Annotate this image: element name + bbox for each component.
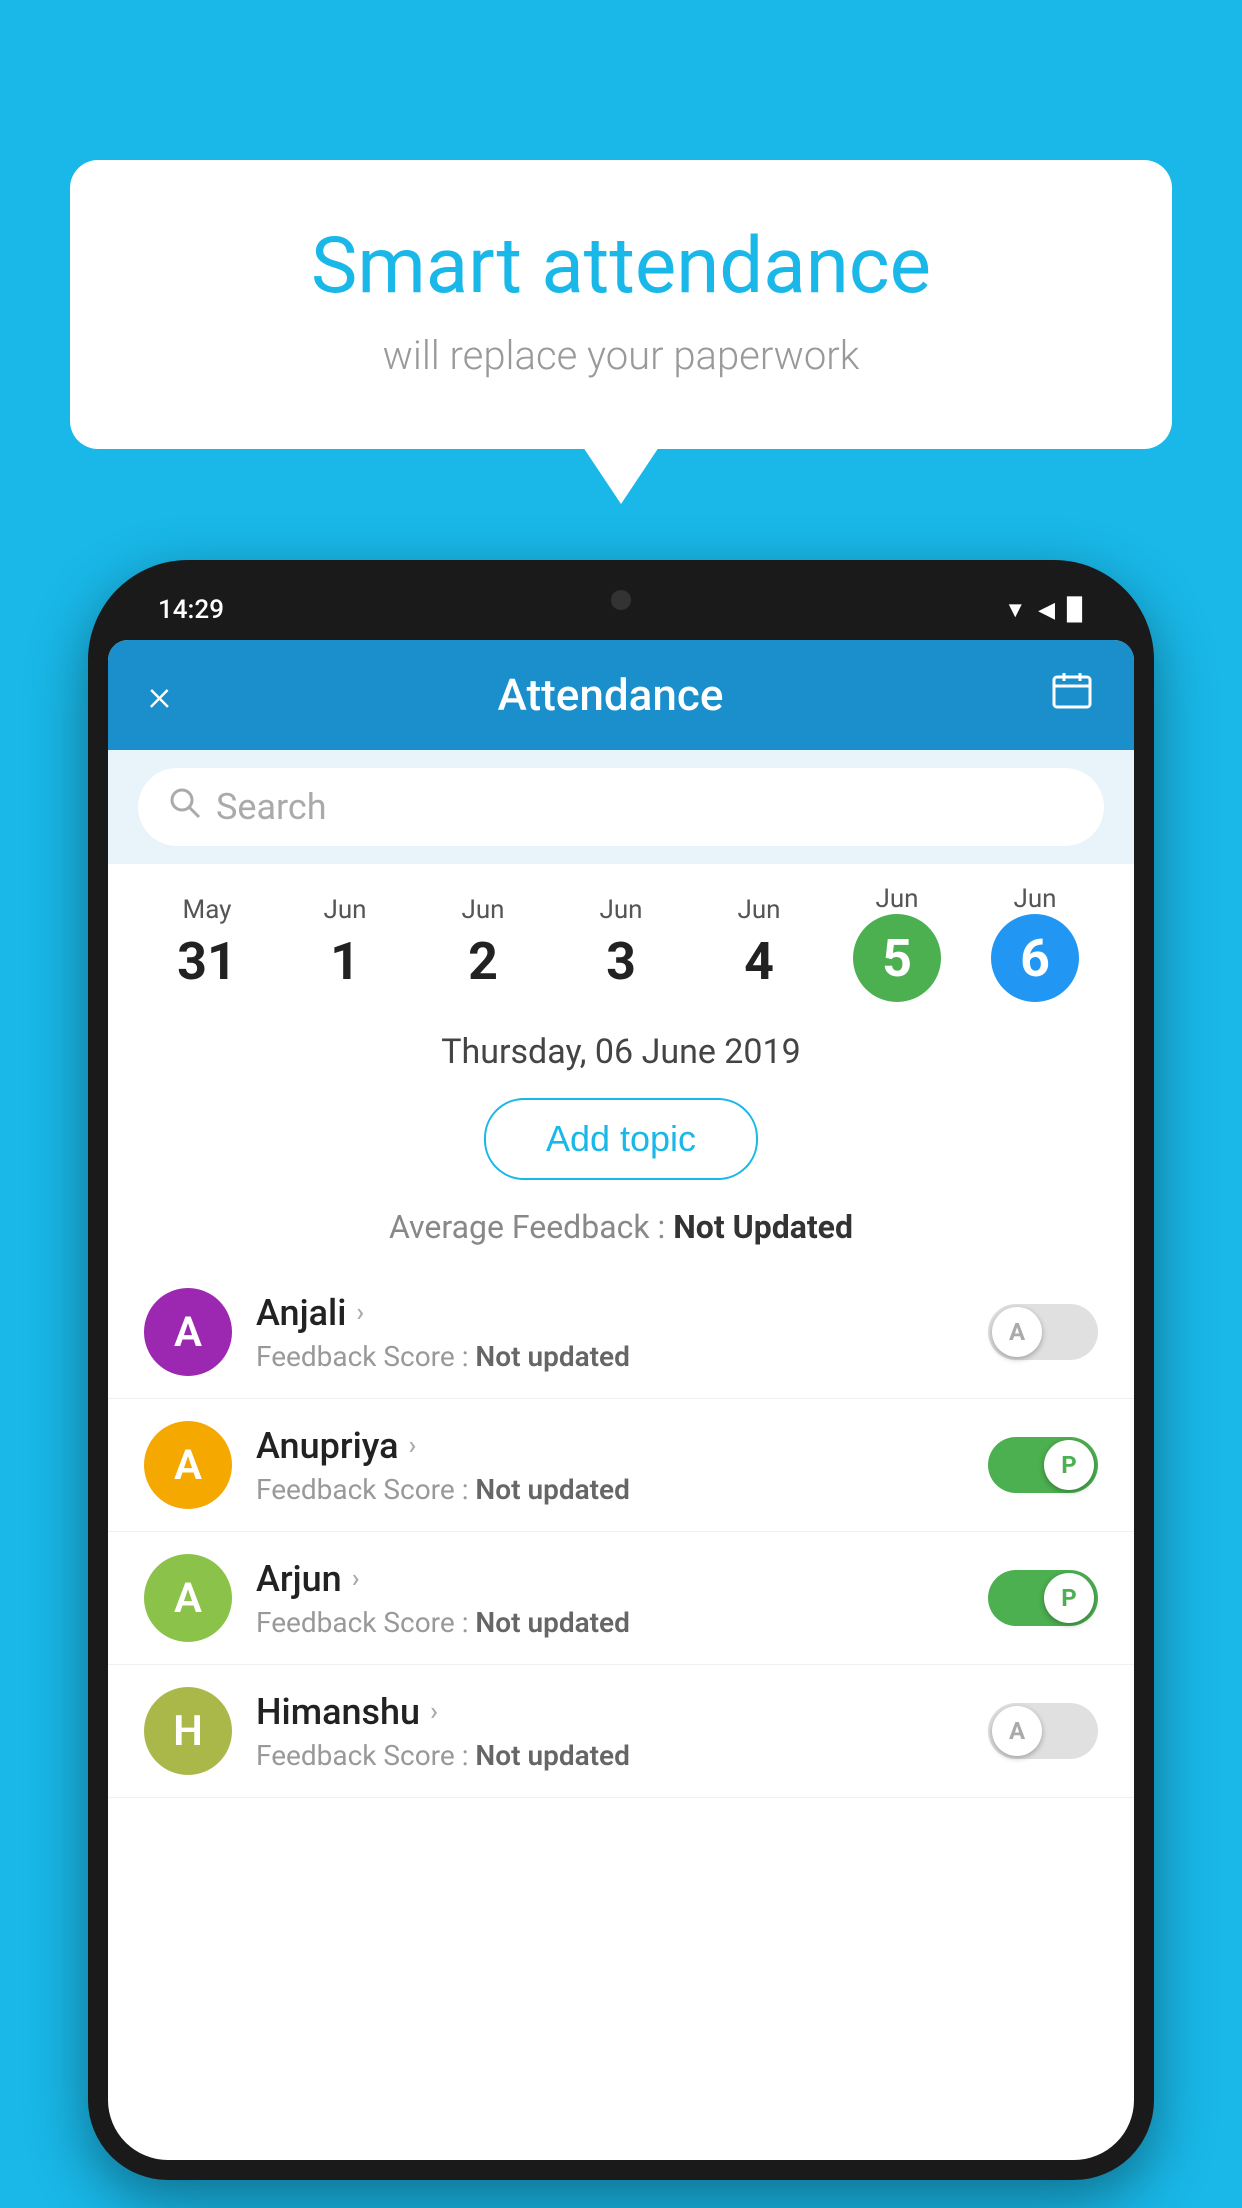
student-feedback-score: Feedback Score : Not updated [256, 1606, 964, 1639]
app-header: × Attendance [108, 640, 1134, 750]
phone-screen: × Attendance [108, 640, 1134, 2160]
student-item-0[interactable]: A Anjali › Feedback Score : Not updated A [108, 1266, 1134, 1399]
signal-icon: ◀ [1038, 598, 1055, 623]
feedback-value: Not Updated [673, 1208, 853, 1246]
search-input-placeholder[interactable]: Search [216, 786, 327, 828]
speech-bubble: Smart attendance will replace your paper… [70, 160, 1172, 449]
bubble-title: Smart attendance [150, 220, 1092, 314]
header-title: Attendance [498, 669, 724, 721]
date-number-selected: 5 [853, 914, 941, 1002]
status-time: 14:29 [158, 595, 224, 625]
calendar-icon[interactable] [1050, 669, 1094, 722]
date-number: 2 [414, 931, 552, 992]
date-month: Jun [828, 884, 966, 914]
student-name: Himanshu › [256, 1691, 964, 1733]
chevron-icon: › [352, 1564, 360, 1594]
date-month: Jun [966, 884, 1104, 914]
add-topic-button[interactable]: Add topic [484, 1098, 758, 1180]
battery-icon: ▉ [1067, 598, 1084, 623]
student-name: Anupriya › [256, 1425, 964, 1467]
student-info: Anjali › Feedback Score : Not updated [256, 1292, 964, 1373]
toggle-thumb: P [1044, 1573, 1094, 1623]
date-item-1[interactable]: Jun 1 [276, 895, 414, 992]
student-info: Himanshu › Feedback Score : Not updated [256, 1691, 964, 1772]
search-bar-container: Search [108, 750, 1134, 864]
student-item-3[interactable]: H Himanshu › Feedback Score : Not updated A [108, 1665, 1134, 1798]
camera-dot [611, 590, 631, 610]
toggle-container[interactable]: P [988, 1570, 1098, 1626]
student-avatar: H [144, 1687, 232, 1775]
date-month: Jun [690, 895, 828, 925]
feedback-summary: Average Feedback : Not Updated [108, 1196, 1134, 1266]
wifi-icon: ▼ [1004, 597, 1026, 623]
student-info: Arjun › Feedback Score : Not updated [256, 1558, 964, 1639]
date-number: 3 [552, 931, 690, 992]
speech-bubble-container: Smart attendance will replace your paper… [70, 160, 1172, 449]
date-number: 31 [138, 931, 276, 992]
toggle-container[interactable]: P [988, 1437, 1098, 1493]
selected-date-label: Thursday, 06 June 2019 [441, 1032, 801, 1072]
attendance-toggle[interactable]: P [988, 1570, 1098, 1626]
student-feedback-score: Feedback Score : Not updated [256, 1473, 964, 1506]
phone-top-bar: 14:29 ▼ ◀ ▉ [108, 580, 1134, 640]
chevron-icon: › [356, 1298, 364, 1328]
date-row: May31Jun1Jun2Jun3Jun4Jun5Jun6 [108, 864, 1134, 1012]
toggle-thumb: A [992, 1706, 1042, 1756]
notch [561, 580, 681, 620]
feedback-label: Average Feedback : [389, 1208, 673, 1246]
student-feedback-score: Feedback Score : Not updated [256, 1340, 964, 1373]
phone-wrapper: 14:29 ▼ ◀ ▉ × Attendance [88, 560, 1154, 2208]
bubble-subtitle: will replace your paperwork [150, 332, 1092, 379]
date-month: Jun [414, 895, 552, 925]
date-label-section: Thursday, 06 June 2019 [108, 1012, 1134, 1082]
student-item-2[interactable]: A Arjun › Feedback Score : Not updated P [108, 1532, 1134, 1665]
student-feedback-score: Feedback Score : Not updated [256, 1739, 964, 1772]
student-info: Anupriya › Feedback Score : Not updated [256, 1425, 964, 1506]
search-icon [168, 786, 202, 828]
date-item-4[interactable]: Jun 4 [690, 895, 828, 992]
phone-frame: 14:29 ▼ ◀ ▉ × Attendance [88, 560, 1154, 2180]
chevron-icon: › [430, 1697, 438, 1727]
student-avatar: A [144, 1288, 232, 1376]
date-number: 4 [690, 931, 828, 992]
student-item-1[interactable]: A Anupriya › Feedback Score : Not updated P [108, 1399, 1134, 1532]
date-item-2[interactable]: Jun 2 [414, 895, 552, 992]
status-icons: ▼ ◀ ▉ [1004, 597, 1084, 623]
close-button[interactable]: × [148, 669, 171, 721]
date-month: May [138, 895, 276, 925]
date-item-3[interactable]: Jun 3 [552, 895, 690, 992]
toggle-thumb: A [992, 1307, 1042, 1357]
student-list: AAnjali ›Feedback Score : Not updatedAAA… [108, 1266, 1134, 1798]
date-item-6[interactable]: Jun6 [966, 884, 1104, 1002]
search-bar[interactable]: Search [138, 768, 1104, 846]
date-item-5[interactable]: Jun5 [828, 884, 966, 1002]
toggle-thumb: P [1044, 1440, 1094, 1490]
date-number: 1 [276, 931, 414, 992]
date-item-0[interactable]: May 31 [138, 895, 276, 992]
toggle-container[interactable]: A [988, 1703, 1098, 1759]
student-name: Arjun › [256, 1558, 964, 1600]
add-topic-container: Add topic [108, 1082, 1134, 1196]
student-avatar: A [144, 1554, 232, 1642]
date-month: Jun [276, 895, 414, 925]
date-month: Jun [552, 895, 690, 925]
toggle-container[interactable]: A [988, 1304, 1098, 1360]
attendance-toggle[interactable]: P [988, 1437, 1098, 1493]
date-number-selected: 6 [991, 914, 1079, 1002]
attendance-toggle[interactable]: A [988, 1304, 1098, 1360]
student-name: Anjali › [256, 1292, 964, 1334]
chevron-icon: › [409, 1431, 417, 1461]
student-avatar: A [144, 1421, 232, 1509]
attendance-toggle[interactable]: A [988, 1703, 1098, 1759]
